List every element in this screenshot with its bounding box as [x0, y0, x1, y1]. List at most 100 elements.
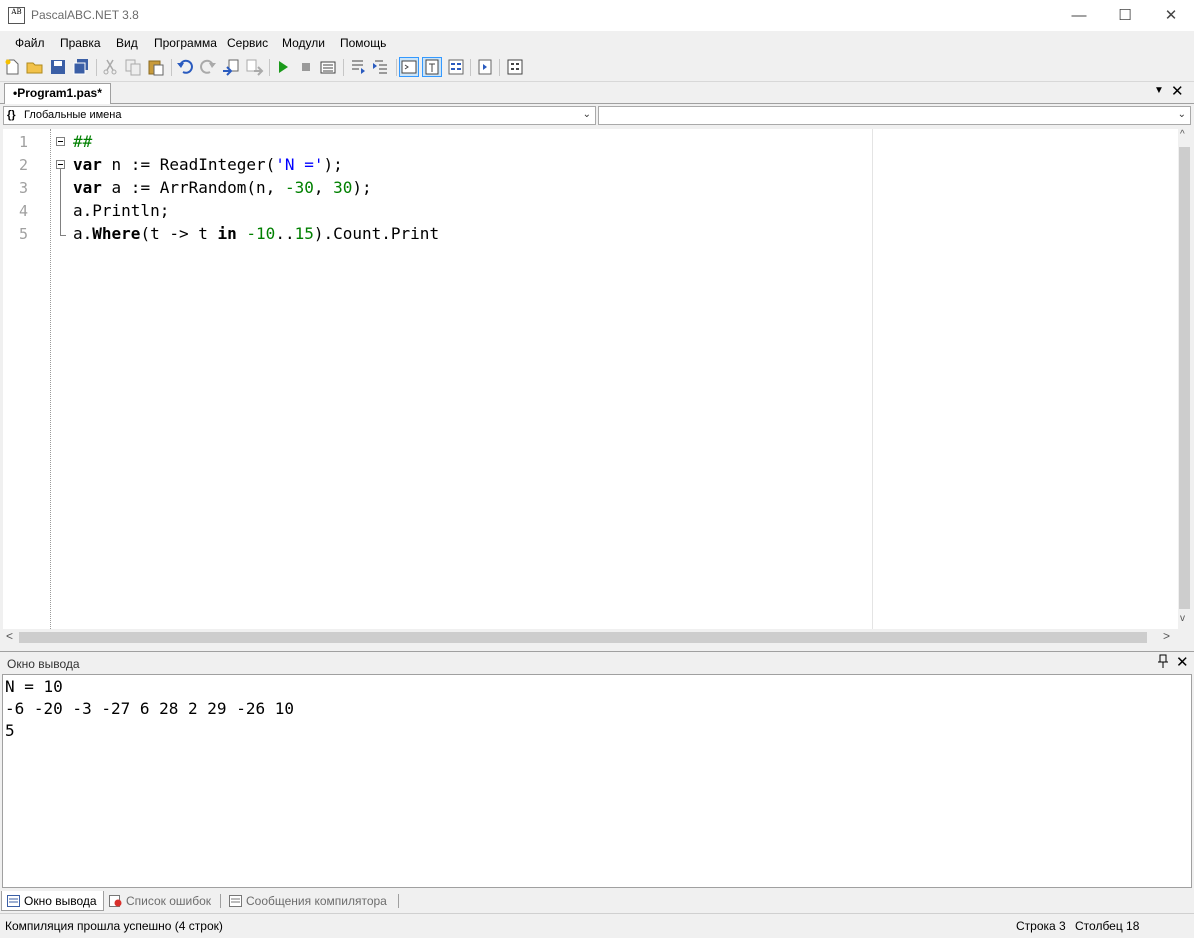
- code-line: a.Where(t -> t in -10..15).Count.Print: [73, 224, 439, 243]
- debug-icon[interactable]: [475, 57, 495, 77]
- scroll-down-icon[interactable]: v: [1180, 613, 1185, 624]
- tab-program1[interactable]: •Program1.pas*: [4, 83, 111, 104]
- tab-error-list-label: Список ошибок: [126, 894, 212, 908]
- code-token: );: [352, 178, 372, 197]
- member-combo[interactable]: ⌄: [598, 106, 1191, 125]
- copy-icon[interactable]: [123, 57, 143, 77]
- code-line: var n := ReadInteger('N =');: [73, 155, 343, 174]
- document-tab-strip: •Program1.pas* ▼ ✕: [0, 82, 1194, 104]
- bottom-panel-tabs: Окно вывода Список ошибок Сообщения комп…: [0, 889, 1194, 912]
- vertical-scrollbar[interactable]: ^ v: [1178, 129, 1191, 629]
- toolbar-separator: [499, 59, 500, 76]
- tab-list-dropdown[interactable]: ▼: [1154, 85, 1164, 96]
- save-all-icon[interactable]: [71, 57, 91, 77]
- find-icon[interactable]: [221, 57, 241, 77]
- tab-output-window-label: Окно вывода: [24, 894, 97, 908]
- scroll-left-icon[interactable]: <: [6, 629, 13, 643]
- menu-edit[interactable]: Правка: [60, 36, 101, 50]
- compile-icon[interactable]: [318, 57, 338, 77]
- code-token: Where: [92, 224, 141, 243]
- horizontal-scroll-thumb[interactable]: [19, 632, 1147, 643]
- save-icon[interactable]: [48, 57, 68, 77]
- fold-guide: [60, 235, 66, 236]
- scope-combo-value: Глобальные имена: [24, 109, 122, 121]
- menu-program[interactable]: Программа: [154, 36, 217, 50]
- text-icon[interactable]: [422, 57, 442, 77]
- fold-toggle-icon[interactable]: [56, 137, 65, 146]
- step-over-icon[interactable]: [371, 57, 391, 77]
- window-icon: [7, 895, 20, 907]
- line-number: 5: [19, 225, 29, 243]
- close-button[interactable]: ✕: [1148, 0, 1194, 31]
- console-icon[interactable]: [399, 57, 419, 77]
- code-token: n := ReadInteger(: [101, 155, 276, 174]
- code-line: a.Println;: [73, 201, 169, 220]
- paste-icon[interactable]: [146, 57, 166, 77]
- code-line: var a := ArrRandom(n, -30, 30);: [73, 178, 372, 197]
- tab-compiler-messages[interactable]: Сообщения компилятора: [224, 891, 393, 911]
- stop-icon[interactable]: [296, 57, 316, 77]
- line-number: 1: [19, 133, 29, 151]
- output-line: -6 -20 -3 -27 6 28 2 29 -26 10: [5, 699, 294, 718]
- menu-bar: Файл Правка Вид Программа Сервис Модули …: [0, 31, 1194, 54]
- run-icon[interactable]: [273, 57, 293, 77]
- code-token: a.Println;: [73, 201, 170, 220]
- scroll-up-icon[interactable]: ^: [1180, 129, 1185, 140]
- window-title: PascalABC.NET 3.8: [31, 8, 139, 22]
- horizontal-scrollbar[interactable]: < >: [3, 629, 1191, 645]
- code-line: ##: [73, 132, 92, 151]
- toolbar: [0, 54, 1194, 82]
- toolbar-separator: [269, 59, 270, 76]
- toolbar-separator: [343, 59, 344, 76]
- tab-separator: [220, 894, 221, 908]
- toolbar-separator: [470, 59, 471, 76]
- format-icon[interactable]: [446, 57, 466, 77]
- code-token: in: [217, 224, 237, 243]
- menu-modules[interactable]: Модули: [282, 36, 325, 50]
- code-token: var: [73, 155, 102, 174]
- chevron-down-icon: ⌄: [582, 109, 591, 120]
- scroll-right-icon[interactable]: >: [1163, 629, 1170, 643]
- code-token: 30: [333, 178, 353, 197]
- code-token: a := ArrRandom(n,: [101, 178, 285, 197]
- new-file-icon[interactable]: [2, 57, 22, 77]
- pin-icon[interactable]: [1158, 654, 1168, 671]
- menu-file[interactable]: Файл: [15, 36, 45, 50]
- output-console[interactable]: N = 10 -6 -20 -3 -27 6 28 2 29 -26 10 5: [2, 674, 1192, 888]
- code-icon[interactable]: [505, 57, 525, 77]
- vertical-scroll-thumb[interactable]: [1179, 147, 1190, 609]
- redo-icon[interactable]: [198, 57, 218, 77]
- toolbar-separator: [96, 59, 97, 76]
- status-column: Столбец 18: [1075, 919, 1140, 933]
- line-number: 3: [19, 179, 29, 197]
- menu-service[interactable]: Сервис: [227, 36, 268, 50]
- namespace-icon: {}: [7, 109, 16, 121]
- minimize-button[interactable]: —: [1056, 0, 1102, 31]
- tab-separator: [398, 894, 399, 908]
- toolbar-separator: [396, 59, 397, 76]
- menu-view[interactable]: Вид: [116, 36, 138, 50]
- replace-icon[interactable]: [244, 57, 264, 77]
- code-token: ,: [313, 178, 334, 197]
- code-token: 15: [294, 224, 314, 243]
- tab-output-window[interactable]: Окно вывода: [1, 891, 104, 911]
- cut-icon[interactable]: [100, 57, 120, 77]
- tab-compiler-messages-label: Сообщения компилятора: [246, 894, 387, 908]
- code-token: -10: [246, 224, 276, 243]
- step-into-icon[interactable]: [348, 57, 368, 77]
- maximize-button[interactable]: ☐: [1102, 0, 1148, 31]
- menu-help[interactable]: Помощь: [340, 36, 386, 50]
- tab-close-button[interactable]: ✕: [1171, 82, 1184, 100]
- undo-icon[interactable]: [175, 57, 195, 77]
- fold-toggle-icon[interactable]: [56, 160, 65, 169]
- scope-combo[interactable]: {} Глобальные имена ⌄: [3, 106, 596, 125]
- toolbar-separator: [171, 59, 172, 76]
- line-number-gutter: 1 2 3 4 5: [3, 129, 51, 629]
- tab-error-list[interactable]: Список ошибок: [104, 891, 217, 911]
- open-icon[interactable]: [25, 57, 45, 77]
- status-message: Компиляция прошла успешно (4 строк): [5, 919, 223, 933]
- output-close-button[interactable]: ✕: [1176, 653, 1189, 671]
- code-token: -30: [284, 178, 314, 197]
- code-editor[interactable]: 1 2 3 4 5 ## var n := ReadInteger('N =')…: [3, 129, 1191, 629]
